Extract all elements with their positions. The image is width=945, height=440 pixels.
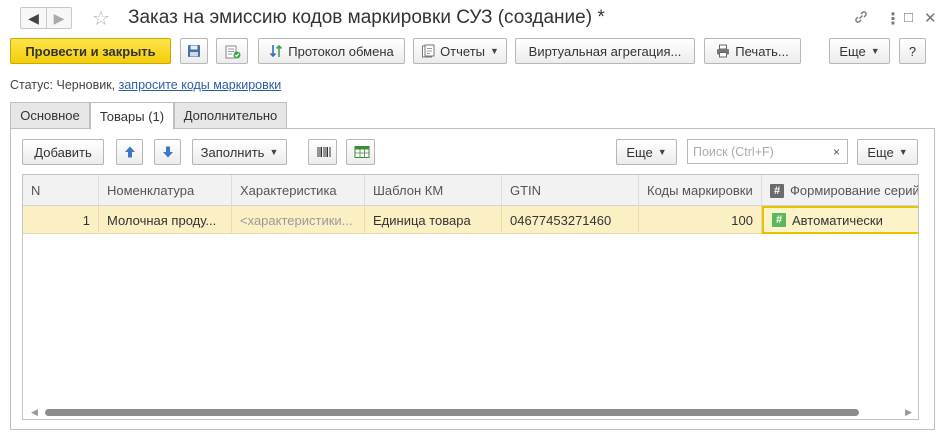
save-button[interactable]: [180, 38, 208, 64]
search-clear-button[interactable]: ×: [826, 139, 848, 164]
excel-icon: [354, 145, 369, 159]
table-row[interactable]: 1 Молочная проду... <характеристики... Е…: [23, 206, 918, 234]
print-label: Печать...: [735, 43, 789, 59]
goods-table: N Номенклатура Характеристика Шаблон КМ …: [22, 174, 919, 420]
reports-label: Отчеты: [440, 43, 485, 59]
chevron-down-icon: ▼: [870, 46, 880, 56]
close-icon[interactable]: ✕: [924, 9, 937, 27]
cell-n[interactable]: 1: [23, 206, 99, 234]
cell-series-value: Автоматически: [792, 212, 883, 228]
barcode-button[interactable]: [308, 139, 337, 165]
tab-additional[interactable]: Дополнительно: [174, 102, 287, 129]
save-icon: [187, 44, 201, 58]
chevron-down-icon: ▼: [898, 147, 908, 157]
more-label: Еще: [867, 144, 894, 160]
post-button[interactable]: [216, 38, 248, 64]
fill-label: Заполнить: [200, 144, 265, 160]
back-button[interactable]: ◀: [20, 7, 46, 29]
reports-icon: [421, 44, 435, 58]
title-bar: ◀ ▶ ☆ Заказ на эмиссию кодов маркировки …: [0, 0, 945, 36]
table-header: N Номенклатура Характеристика Шаблон КМ …: [23, 175, 918, 206]
post-icon: [225, 44, 241, 59]
move-up-button[interactable]: [116, 139, 143, 165]
star-icon[interactable]: ☆: [92, 6, 110, 31]
column-header-gtin[interactable]: GTIN: [502, 175, 639, 206]
barcode-icon: [316, 145, 330, 159]
maximize-icon[interactable]: □: [904, 9, 913, 26]
print-icon: [716, 44, 730, 58]
cell-characteristic[interactable]: <характеристики...: [232, 206, 365, 234]
add-button[interactable]: Добавить: [22, 139, 104, 165]
cell-series[interactable]: # Автоматически: [762, 206, 918, 234]
forward-icon: ▶: [53, 9, 65, 26]
tab-strip: Основное Товары (1) Дополнительно: [10, 102, 935, 130]
column-header-template[interactable]: Шаблон КМ: [365, 175, 502, 206]
column-header-characteristic[interactable]: Характеристика: [232, 175, 365, 206]
status-value: Черновик,: [56, 78, 116, 92]
help-button[interactable]: ?: [899, 38, 926, 64]
status-label: Статус:: [10, 78, 53, 92]
more-vertical-icon[interactable]: ⋮: [885, 9, 901, 29]
arrow-up-icon: [123, 145, 137, 159]
table-more-button-right[interactable]: Еще ▼: [857, 139, 918, 165]
column-header-nomenclature[interactable]: Номенклатура: [99, 175, 232, 206]
exchange-log-button[interactable]: Протокол обмена: [258, 38, 405, 64]
move-down-button[interactable]: [154, 139, 181, 165]
print-button[interactable]: Печать...: [704, 38, 801, 64]
hash-icon: #: [772, 213, 786, 227]
cell-nomenclature[interactable]: Молочная проду...: [99, 206, 232, 234]
tab-main[interactable]: Основное: [10, 102, 90, 129]
status-line: Статус: Черновик, запросите коды маркиро…: [10, 78, 281, 92]
virtual-aggregation-button[interactable]: Виртуальная агрегация...: [515, 38, 695, 64]
exchange-icon: [269, 44, 283, 58]
chevron-down-icon: ▼: [269, 147, 279, 157]
horizontal-scrollbar[interactable]: ◀ ▶: [23, 405, 918, 419]
back-icon: ◀: [28, 9, 39, 26]
link-icon[interactable]: [853, 9, 869, 29]
request-codes-link[interactable]: запросите коды маркировки: [119, 78, 282, 92]
fill-button[interactable]: Заполнить ▼: [192, 139, 287, 165]
main-toolbar: Провести и закрыть Протокол обмена Отчет…: [0, 38, 945, 66]
chevron-down-icon: ▼: [657, 147, 667, 157]
table-more-button-left[interactable]: Еще ▼: [616, 139, 677, 165]
column-header-codes[interactable]: Коды маркировки: [639, 175, 762, 206]
hash-icon: #: [770, 183, 784, 198]
cell-gtin[interactable]: 04677453271460: [502, 206, 639, 234]
excel-button[interactable]: [346, 139, 375, 165]
more-button[interactable]: Еще ▼: [829, 38, 890, 64]
window-title: Заказ на эмиссию кодов маркировки СУЗ (с…: [128, 7, 605, 28]
tab-goods[interactable]: Товары (1): [90, 102, 174, 130]
more-label: Еще: [626, 144, 653, 160]
reports-button[interactable]: Отчеты ▼: [413, 38, 507, 64]
search-input[interactable]: Поиск (Ctrl+F): [687, 139, 827, 164]
post-and-close-button[interactable]: Провести и закрыть: [10, 38, 171, 64]
exchange-log-label: Протокол обмена: [288, 43, 394, 59]
more-label: Еще: [839, 43, 866, 59]
column-header-n[interactable]: N: [23, 175, 99, 206]
chevron-down-icon: ▼: [490, 46, 499, 56]
scroll-left-icon[interactable]: ◀: [31, 407, 38, 418]
cell-codes[interactable]: 100: [639, 206, 762, 234]
arrow-down-icon: [161, 145, 175, 159]
column-header-series-label: Формирование серий: [790, 183, 919, 198]
scroll-right-icon[interactable]: ▶: [905, 407, 912, 418]
cell-template[interactable]: Единица товара: [365, 206, 502, 234]
forward-button[interactable]: ▶: [46, 7, 72, 29]
scrollbar-thumb[interactable]: [45, 409, 859, 416]
column-header-series[interactable]: # Формирование серий: [762, 175, 919, 206]
